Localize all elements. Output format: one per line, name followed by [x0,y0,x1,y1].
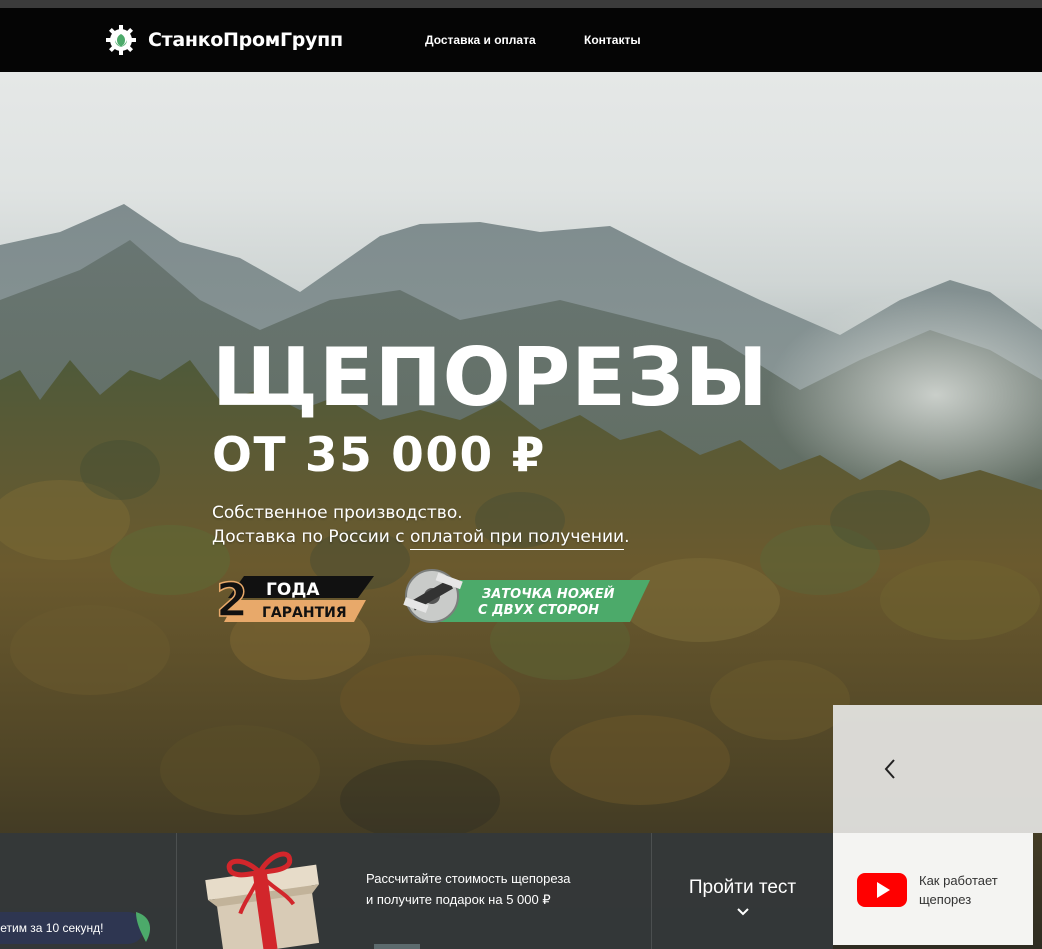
site-header: СтанкоПромГрупп Доставка и оплата Контак… [0,8,1042,72]
subtitle-line-1: Собственное производство. [212,503,463,523]
leaf-icon [136,912,151,942]
video-line-2: щепорез [919,892,972,907]
logo-text: СтанкоПромГрупп [148,29,343,51]
sharpening-badge: ЗАТОЧКА НОЖЕЙ С ДВУХ СТОРОН [403,569,650,623]
sharpen-line-2: С ДВУХ СТОРОН [478,603,599,618]
scroll-indicator [374,944,420,949]
calc-line-2: и получите подарок на 5 000 ₽ [366,892,551,907]
strip-divider [176,833,177,949]
warranty-line-2: ГАРАНТИЯ [262,605,347,621]
nav-contacts-link[interactable]: Контакты [584,33,641,47]
warranty-number: 2 [216,573,248,624]
calc-line-1: Рассчитайте стоимость щепореза [366,871,571,886]
chevron-down-icon [737,908,749,916]
gear-leaf-icon [106,25,136,55]
video-label: Как работает щепорез [919,871,1029,909]
hero-price: ОТ 35 000 ₽ [212,428,546,483]
subtitle-line-2-prefix: Доставка по России с [212,527,410,547]
how-it-works-video-card[interactable]: Как работает щепорез [833,833,1033,945]
calc-offer-text: Рассчитайте стоимость щепореза и получит… [366,868,626,910]
browser-top-edge [0,0,1042,8]
chat-widget-text: ветим за 10 секунд! [0,921,104,935]
video-line-1: Как работает [919,873,998,888]
subtitle-line-2: Доставка по России с оплатой при получен… [212,525,630,550]
slider-panel [833,705,1042,833]
sharpen-line-1: ЗАТОЧКА НОЖЕЙ [482,586,615,602]
take-test-button[interactable]: Пройти тест [652,833,833,949]
chat-widget[interactable]: ветим за 10 секунд! [0,912,144,944]
take-test-label: Пройти тест [688,877,797,898]
warranty-line-1: ГОДА [266,580,320,600]
site-logo[interactable]: СтанкоПромГрупп [104,22,343,58]
warranty-badge: 2 ГОДА ГАРАНТИЯ [215,572,374,624]
subtitle-line-2-suffix: . [624,527,630,547]
hero-subtitle: Собственное производство. Доставка по Ро… [212,501,630,550]
hero-title: ЩЕПОРЕЗЫ [212,331,769,424]
gift-box-icon [205,851,320,949]
slider-prev-arrow[interactable] [878,754,906,784]
youtube-play-icon [857,873,907,907]
payment-on-delivery-link[interactable]: оплатой при получении [409,527,625,550]
nav-delivery-link[interactable]: Доставка и оплата [425,33,536,47]
